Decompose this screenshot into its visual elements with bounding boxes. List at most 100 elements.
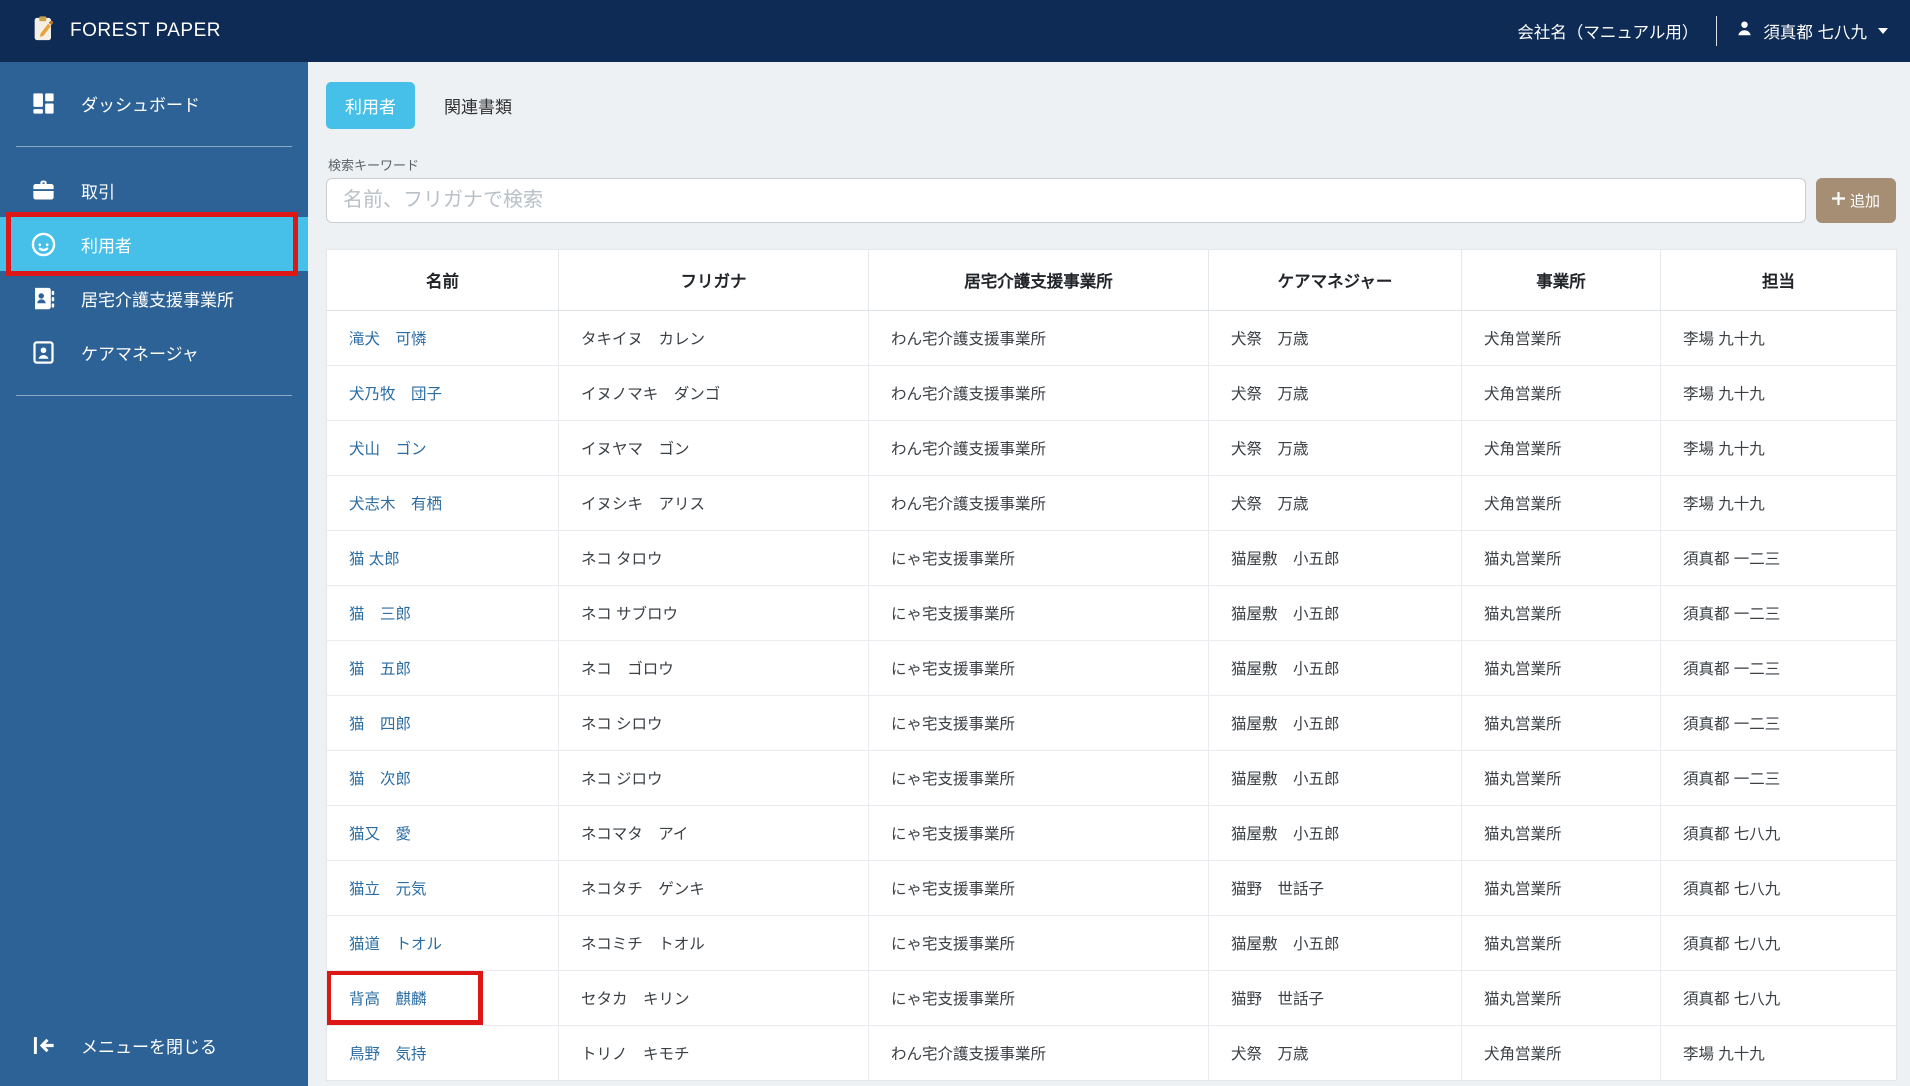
user-name-link[interactable]: 犬山 ゴン [349,441,427,458]
furigana-cell: トリノ キモチ [558,1025,869,1081]
table-row: 犬乃牧 団子 イヌノマキ ダンゴ わん宅介護支援事業所 犬祭 万歳 犬角営業所 … [326,365,1897,421]
care-manager-cell: 猫屋敷 小五郎 [1208,640,1462,696]
care-manager-cell: 猫屋敷 小五郎 [1208,530,1462,586]
furigana-cell: ネコ ジロウ [558,750,869,806]
table-row: 背高 麒麟 セタカ キリン にゃ宅支援事業所 猫野 世話子 猫丸営業所 須真都 … [326,970,1897,1026]
user-name-link[interactable]: 猫立 元気 [349,881,427,898]
user-name-cell: 猫 三郎 [326,585,559,641]
user-menu[interactable]: 須真都 七八九 [1735,19,1888,43]
staff-cell: 李場 九十九 [1660,475,1897,531]
branch-cell: 猫丸営業所 [1461,695,1661,751]
branch-cell: 猫丸営業所 [1461,640,1661,696]
staff-cell: 須真都 七八九 [1660,915,1897,971]
branch-cell: 犬角営業所 [1461,365,1661,421]
user-name-cell: 犬志木 有栖 [326,475,559,531]
face-icon [30,231,57,258]
column-header: フリガナ [558,249,869,311]
office-cell: にゃ宅支援事業所 [868,915,1209,971]
user-name-cell: 背高 麒麟 [326,970,559,1026]
user-name-link[interactable]: 犬乃牧 団子 [349,386,442,403]
office-cell: にゃ宅支援事業所 [868,585,1209,641]
user-name-link[interactable]: 滝犬 可憐 [349,331,427,348]
user-name-cell: 猫 五郎 [326,640,559,696]
briefcase-icon [30,177,57,204]
user-name-link[interactable]: 猫又 愛 [349,826,411,843]
staff-cell: 須真都 七八九 [1660,860,1897,916]
branch-cell: 猫丸営業所 [1461,530,1661,586]
search-row: 追加 [326,178,1896,223]
furigana-cell: イヌヤマ ゴン [558,420,869,476]
chevron-down-icon [1878,28,1888,34]
user-name-link[interactable]: 猫 次郎 [349,771,411,788]
sidebar-item-label: 利用者 [81,236,132,256]
plus-icon [1831,192,1845,209]
office-cell: にゃ宅支援事業所 [868,530,1209,586]
user-name-cell: 猫 次郎 [326,750,559,806]
staff-cell: 須真都 一二三 [1660,750,1897,806]
sidebar-item-users[interactable]: 利用者 [0,212,308,276]
user-name-link[interactable]: 猫 三郎 [349,606,411,623]
furigana-cell: タキイヌ カレン [558,310,869,366]
user-name-cell: 鳥野 気持 [326,1025,559,1081]
table-row: 滝犬 可憐 タキイヌ カレン わん宅介護支援事業所 犬祭 万歳 犬角営業所 李場… [326,310,1897,366]
user-name-cell: 犬乃牧 団子 [326,365,559,421]
dashboard-icon [30,90,57,117]
company-name[interactable]: 会社名（マニュアル用） [1517,19,1698,43]
sidebar-item-transactions[interactable]: 取引 [0,163,308,217]
column-header: 名前 [326,249,559,311]
furigana-cell: ネコミチ トオル [558,915,869,971]
sidebar-item-care-manager[interactable]: ケアマネージャ [0,325,308,379]
column-header: 事業所 [1461,249,1661,311]
app-title: FOREST PAPER [70,20,221,41]
user-name-link[interactable]: 犬志木 有栖 [349,496,442,513]
top-navbar: FOREST PAPER 会社名（マニュアル用） 須真都 七八九 [0,0,1910,62]
care-manager-cell: 猫屋敷 小五郎 [1208,750,1462,806]
user-name-link[interactable]: 背高 麒麟 [349,991,427,1008]
office-cell: わん宅介護支援事業所 [868,475,1209,531]
search-input[interactable] [326,178,1806,223]
office-cell: にゃ宅支援事業所 [868,640,1209,696]
collapse-menu-icon [30,1032,57,1059]
user-icon [1735,19,1754,43]
user-name-link[interactable]: 猫道 トオル [349,936,442,953]
office-cell: にゃ宅支援事業所 [868,970,1209,1026]
branch-cell: 猫丸営業所 [1461,585,1661,641]
user-name-link[interactable]: 鳥野 気持 [349,1046,427,1063]
office-cell: にゃ宅支援事業所 [868,750,1209,806]
care-manager-cell: 猫野 世話子 [1208,860,1462,916]
column-header: ケアマネジャー [1208,249,1462,311]
close-menu-button[interactable]: メニューを閉じる [0,1018,308,1072]
furigana-cell: ネコ シロウ [558,695,869,751]
care-manager-cell: 猫屋敷 小五郎 [1208,585,1462,641]
table-header-row: 名前 フリガナ 居宅介護支援事業所 ケアマネジャー 事業所 担当 [326,249,1897,311]
user-name-cell: 猫道 トオル [326,915,559,971]
sidebar-item-dashboard[interactable]: ダッシュボード [0,76,308,130]
furigana-cell: ネコ タロウ [558,530,869,586]
care-manager-cell: 犬祭 万歳 [1208,475,1462,531]
user-name-link[interactable]: 猫 四郎 [349,716,411,733]
branch-cell: 犬角営業所 [1461,420,1661,476]
branch-cell: 猫丸営業所 [1461,970,1661,1026]
users-table: 名前 フリガナ 居宅介護支援事業所 ケアマネジャー 事業所 担当 滝犬 可憐 タキイヌ カ… [326,249,1897,1081]
sidebar-item-care-support-office[interactable]: 居宅介護支援事業所 [0,271,308,325]
furigana-cell: イヌノマキ ダンゴ [558,365,869,421]
furigana-cell: セタカ キリン [558,970,869,1026]
add-button[interactable]: 追加 [1816,178,1896,223]
care-manager-cell: 犬祭 万歳 [1208,420,1462,476]
tab-bar: 利用者 関連書類 [326,82,1896,129]
user-name-cell: 猫 四郎 [326,695,559,751]
care-manager-cell: 猫屋敷 小五郎 [1208,915,1462,971]
table-row: 犬山 ゴン イヌヤマ ゴン わん宅介護支援事業所 犬祭 万歳 犬角営業所 李場 … [326,420,1897,476]
user-name-link[interactable]: 猫 太郎 [349,551,400,568]
tab-related-documents[interactable]: 関連書類 [425,82,531,129]
office-cell: にゃ宅支援事業所 [868,860,1209,916]
tab-users[interactable]: 利用者 [326,82,415,129]
office-cell: にゃ宅支援事業所 [868,805,1209,861]
user-name-link[interactable]: 猫 五郎 [349,661,411,678]
table-row: 猫 三郎 ネコ サブロウ にゃ宅支援事業所 猫屋敷 小五郎 猫丸営業所 須真都 … [326,585,1897,641]
sidebar-item-label: 居宅介護支援事業所 [81,290,234,310]
office-cell: わん宅介護支援事業所 [868,310,1209,366]
furigana-cell: ネコ サブロウ [558,585,869,641]
user-name-cell: 犬山 ゴン [326,420,559,476]
staff-cell: 李場 九十九 [1660,310,1897,366]
